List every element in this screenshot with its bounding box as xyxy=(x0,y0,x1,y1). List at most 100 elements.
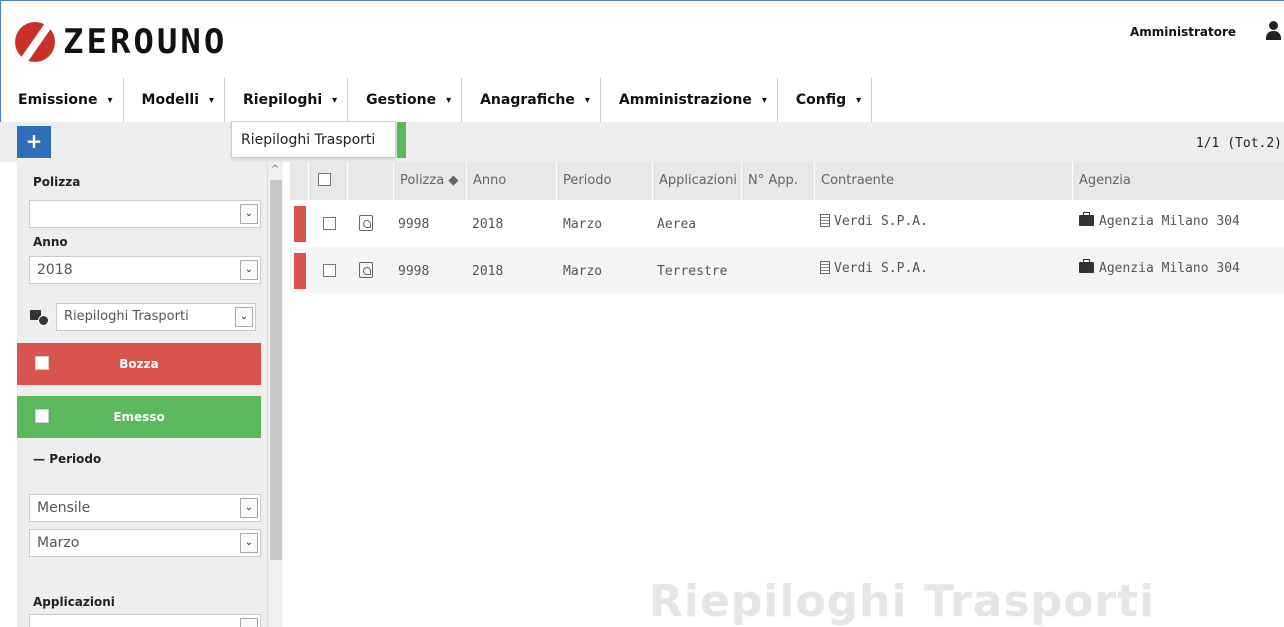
header-select-all[interactable] xyxy=(308,162,336,200)
scrollbar-thumb[interactable] xyxy=(270,180,282,560)
header-n-app[interactable]: N° App. xyxy=(741,162,814,200)
logo-text: ZEROUNO xyxy=(63,22,228,62)
sort-icon: ◆ xyxy=(448,173,459,188)
agenzia-name: Agenzia Milano 304 xyxy=(1099,261,1240,276)
chevron-down-icon: ⌄ xyxy=(240,533,258,553)
cell-polizza: 9998 xyxy=(398,217,430,232)
nav-anagrafiche[interactable]: Anagrafiche ▾ xyxy=(462,78,601,122)
header-periodo[interactable]: Periodo xyxy=(556,162,652,200)
cell-agenzia[interactable]: Agenzia Milano 304 xyxy=(1079,259,1240,276)
main-nav: Emissione ▾ Modelli ▾ Riepiloghi ▾ Gestione… xyxy=(0,78,873,122)
nav-config[interactable]: Config ▾ xyxy=(778,78,873,122)
bozza-label: Bozza xyxy=(119,357,159,371)
nav-amministrazione[interactable]: Amministrazione ▾ xyxy=(601,78,778,122)
table-row[interactable]: 9998 2018 Marzo Aerea Verdi S.P.A. Agenz… xyxy=(290,200,1284,246)
chevron-down-icon: ▾ xyxy=(332,94,338,106)
user-icon[interactable] xyxy=(1264,21,1282,41)
nav-label: Gestione xyxy=(366,92,437,108)
nav-label: Riepiloghi xyxy=(243,92,323,108)
nav-label: Anagrafiche xyxy=(480,92,575,108)
table-row[interactable]: 9998 2018 Marzo Terrestre Verdi S.P.A. A… xyxy=(290,247,1284,293)
cell-contraente[interactable]: Verdi S.P.A. xyxy=(820,214,928,229)
cell-anno: 2018 xyxy=(472,217,504,232)
chevron-down-icon: ▾ xyxy=(584,94,590,106)
row-status-marker xyxy=(294,253,306,289)
polizza-label: Polizza xyxy=(33,175,81,189)
periodo-month-value: Marzo xyxy=(37,535,80,551)
briefcase-icon xyxy=(1079,259,1094,273)
nav-emissione[interactable]: Emissione ▾ xyxy=(1,78,124,122)
nav-label: Emissione xyxy=(18,92,98,108)
header-applicazioni[interactable]: Applicazioni xyxy=(652,162,741,200)
periodo-label[interactable]: — Periodo xyxy=(33,452,101,466)
chevron-down-icon: ▾ xyxy=(209,94,215,106)
user-name[interactable]: Amministratore xyxy=(1130,25,1236,39)
select-all-checkbox[interactable] xyxy=(318,173,331,186)
table-header: Polizza ◆ Anno Periodo Applicazioni N° A… xyxy=(290,162,1284,200)
chevron-down-icon: ⌄ xyxy=(240,204,258,224)
status-emesso-toggle[interactable]: Emesso xyxy=(17,396,261,438)
nav-modelli[interactable]: Modelli ▾ xyxy=(124,78,226,122)
page-watermark: Riepiloghi Trasporti xyxy=(649,576,1156,627)
nav-label: Config xyxy=(795,92,847,108)
status-tab-indicator xyxy=(397,122,406,158)
header-contraente[interactable]: Contraente xyxy=(814,162,1072,200)
periodo-type-value: Mensile xyxy=(37,500,91,516)
cell-periodo: Marzo xyxy=(563,217,603,232)
cell-contraente[interactable]: Verdi S.P.A. xyxy=(820,261,928,276)
filter-sidebar: Polizza ⌄ Anno 2018 ⌄ Riepiloghi Traspor… xyxy=(17,162,267,627)
report-select[interactable]: Riepiloghi Trasporti ⌄ xyxy=(56,303,256,331)
report-value: Riepiloghi Trasporti xyxy=(64,309,189,324)
sidebar-scrollbar[interactable]: ^ xyxy=(267,162,283,627)
chevron-down-icon: ▾ xyxy=(446,94,452,106)
app-header: ZEROUNO Amministratore xyxy=(0,0,1284,78)
emesso-checkbox[interactable] xyxy=(35,409,49,423)
anno-select[interactable]: 2018 ⌄ xyxy=(29,256,261,284)
emesso-label: Emesso xyxy=(113,410,165,424)
building-icon xyxy=(820,214,830,227)
dropdown-item-riepiloghi-trasporti[interactable]: Riepiloghi Trasporti xyxy=(231,121,396,158)
cell-applicazioni: Terrestre xyxy=(657,264,728,279)
chevron-down-icon: ⌄ xyxy=(240,498,258,518)
nav-label: Amministrazione xyxy=(618,92,752,108)
cell-anno: 2018 xyxy=(472,264,504,279)
polizza-select[interactable]: ⌄ xyxy=(29,200,261,228)
cell-applicazioni: Aerea xyxy=(657,217,697,232)
header-label: Polizza xyxy=(400,173,445,188)
header-anno[interactable]: Anno xyxy=(466,162,556,200)
periodo-type-select[interactable]: Mensile ⌄ xyxy=(29,494,261,522)
applicazioni-label: Applicazioni xyxy=(33,595,115,609)
chevron-down-icon: ▾ xyxy=(107,94,113,106)
nav-label: Modelli xyxy=(141,92,199,108)
chevron-down-icon: ⌄ xyxy=(235,307,253,327)
cell-agenzia[interactable]: Agenzia Milano 304 xyxy=(1079,212,1240,229)
bozza-checkbox[interactable] xyxy=(35,356,49,370)
toolbar: + xyxy=(0,122,1284,162)
pdf-icon[interactable] xyxy=(359,262,373,278)
building-icon xyxy=(820,261,830,274)
chevron-down-icon: ▾ xyxy=(856,94,862,106)
header-agenzia[interactable]: Agenzia xyxy=(1072,162,1284,200)
applicazioni-select[interactable]: ⌄ xyxy=(29,614,261,627)
scroll-up-icon[interactable]: ^ xyxy=(271,164,279,175)
anno-value: 2018 xyxy=(37,262,73,278)
chevron-down-icon: ⌄ xyxy=(240,618,258,627)
chevron-down-icon: ⌄ xyxy=(240,260,258,280)
pdf-icon[interactable] xyxy=(359,215,373,231)
row-checkbox[interactable] xyxy=(323,264,336,277)
briefcase-icon xyxy=(1079,212,1094,226)
periodo-label-text: Periodo xyxy=(49,452,102,466)
nav-gestione[interactable]: Gestione ▾ xyxy=(348,78,463,122)
add-button[interactable]: + xyxy=(17,126,51,158)
status-bozza-toggle[interactable]: Bozza xyxy=(17,343,261,385)
header-actions xyxy=(347,162,395,200)
nav-riepiloghi[interactable]: Riepiloghi ▾ xyxy=(225,78,349,122)
logo-mark-icon xyxy=(15,22,55,62)
zerouno-logo[interactable]: ZEROUNO xyxy=(15,21,227,63)
row-status-marker xyxy=(294,206,306,242)
header-polizza[interactable]: Polizza ◆ xyxy=(393,162,466,200)
periodo-month-select[interactable]: Marzo ⌄ xyxy=(29,529,261,557)
pagination-info: 1/1 (Tot.2) xyxy=(1195,136,1282,151)
row-checkbox[interactable] xyxy=(323,217,336,230)
anno-label: Anno xyxy=(33,235,68,249)
